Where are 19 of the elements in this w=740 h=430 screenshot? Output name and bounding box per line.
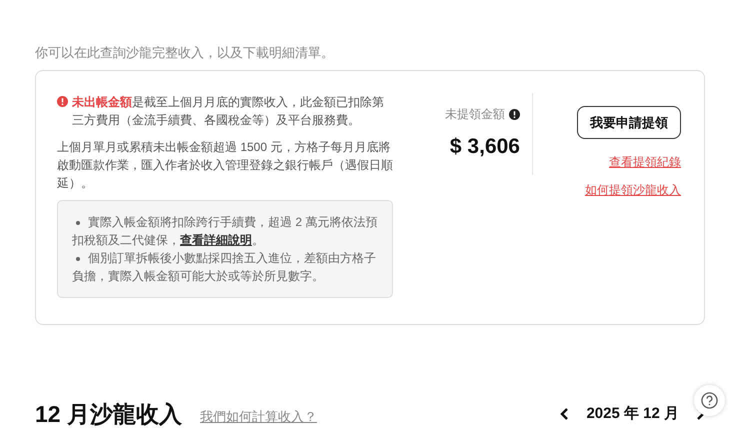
help-button[interactable] [694, 385, 725, 416]
alert-icon [57, 96, 68, 107]
balance-amount: $ 3,606 [450, 134, 520, 160]
note-item: 實際入帳金額將扣除跨行手續費，超過 2 萬元將依法預扣稅額及二代健保，查看詳細說明。 [72, 214, 378, 249]
notice-text: 未出帳金額是截至上個月月底的實際收入，此金額已扣除第三方費用（金流手續費、各國稅金等）及平台服務費。 [72, 94, 385, 129]
calculation-help-link[interactable]: 我們如何計算收入？ [200, 406, 317, 426]
month-label: 2025 年 12 月 [586, 404, 679, 424]
balance-label: 未提領金額 [445, 106, 505, 123]
note-item: 個別訂單拆帳後小數點採四捨五入進位，差額由方格子負擔，實際入帳金額可能大於或等於所見數字。 [72, 250, 377, 285]
withdraw-guide-link[interactable]: 如何提領沙龍收入 [585, 181, 681, 199]
section-title: 12 月沙龍收入 [35, 400, 182, 429]
details-link[interactable]: 查看詳細說明 [180, 233, 252, 247]
withdraw-history-link[interactable]: 查看提領紀錄 [609, 153, 681, 171]
info-icon [509, 108, 520, 120]
previous-month-icon[interactable] [560, 407, 570, 422]
intro-text: 你可以在此查詢沙龍完整收入，以及下載明細清單。 [35, 44, 335, 62]
payout-note: 上個月單月或累積未出帳金額超過 1500 元，方格子每月月底將啟動匯款作業，匯入作者於收入管理登錄之銀行帳戶（遇假日順延）。 [57, 139, 393, 192]
withdraw-button[interactable]: 我要申請提領 [577, 106, 681, 139]
help-icon[interactable] [701, 392, 718, 409]
